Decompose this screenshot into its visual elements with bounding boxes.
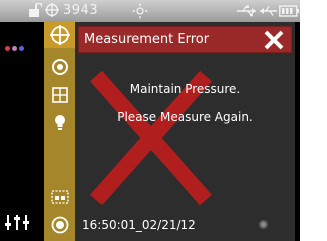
color-dots[interactable]	[5, 36, 26, 55]
bulb-tool-button[interactable]	[44, 112, 75, 134]
battery-icon	[279, 5, 299, 17]
select-box-icon	[50, 190, 69, 204]
grid-icon	[51, 87, 68, 103]
measure-tool-button[interactable]	[44, 23, 75, 47]
usb-plug-icon	[260, 6, 277, 16]
brightness-icon	[132, 3, 148, 19]
purple-dot	[12, 46, 17, 51]
dialog-title-bar: Measurement Error	[78, 26, 292, 53]
dialog-title: Measurement Error	[84, 32, 210, 47]
timestamp: 16:50:01_02/21/12	[82, 218, 196, 232]
red-dot	[5, 46, 10, 51]
target-tool-button[interactable]	[44, 56, 75, 78]
measurement-counter: 3943	[63, 3, 99, 18]
status-bar: 3943	[0, 0, 300, 22]
grid-tool-button[interactable]	[44, 84, 75, 106]
bulb-icon	[54, 115, 65, 130]
blue-dot	[19, 46, 24, 51]
indicator-dot-icon	[259, 220, 268, 229]
error-message-line1: Maintain Pressure.	[129, 82, 241, 96]
unlock-icon	[29, 3, 42, 17]
sliders-icon[interactable]	[4, 213, 38, 231]
error-message-line2: Please Measure Again.	[117, 110, 253, 124]
device-display: 3943 Measurement Error Maintain Pressure…	[0, 0, 300, 241]
close-icon[interactable]	[263, 29, 285, 51]
target-icon	[45, 3, 59, 17]
measure-target-icon	[49, 25, 70, 45]
screen: 3943 Measurement Error Maintain Pressure…	[0, 0, 327, 241]
record-icon	[51, 216, 68, 234]
select-tool-button[interactable]	[44, 186, 75, 208]
record-tool-button[interactable]	[44, 214, 75, 236]
target-circle-icon	[51, 59, 68, 75]
usb-icon	[237, 5, 256, 17]
